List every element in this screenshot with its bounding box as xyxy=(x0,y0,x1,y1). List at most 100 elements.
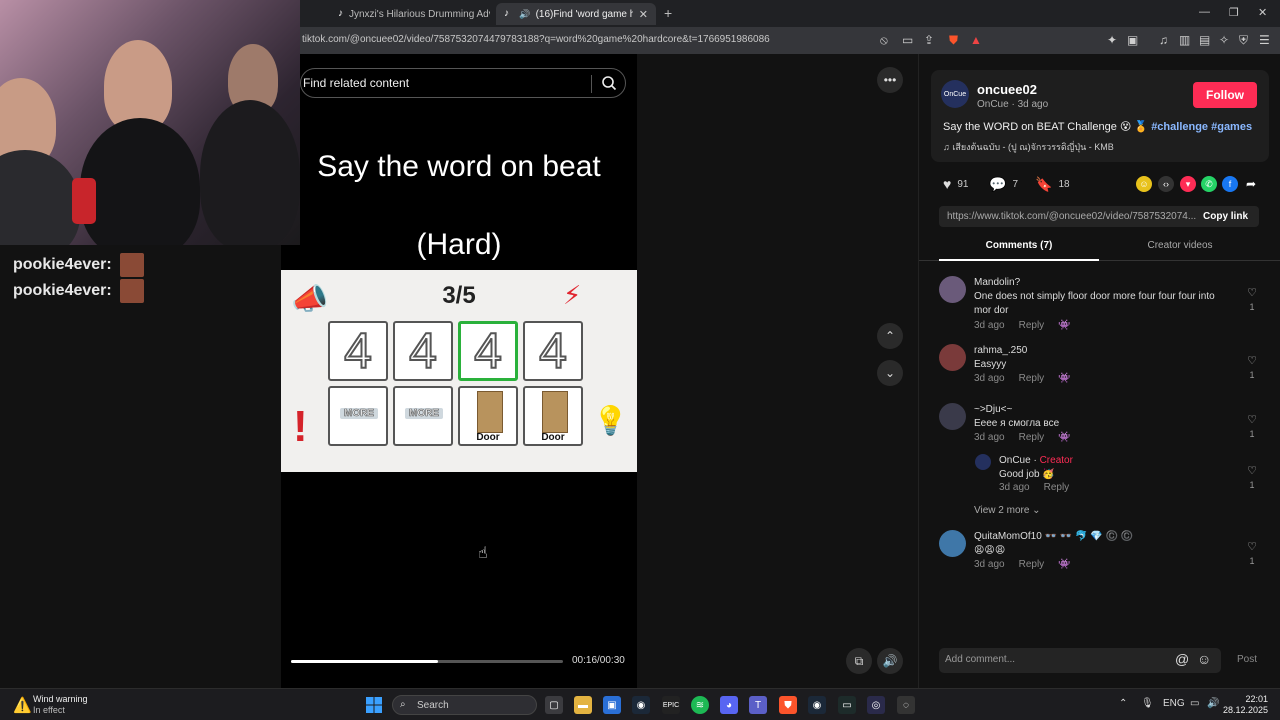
extensions-icon[interactable]: ✦ xyxy=(1107,33,1117,47)
file-explorer-icon[interactable]: ▬ xyxy=(574,696,592,714)
like-comment-icon[interactable]: ♡ xyxy=(1245,354,1259,367)
media-icon[interactable]: ♫ xyxy=(1159,33,1168,47)
follow-button[interactable]: Follow xyxy=(1193,82,1257,108)
app-icon[interactable]: ◌ xyxy=(897,696,915,714)
terminal-icon[interactable]: ▭ xyxy=(838,696,856,714)
like-comment-icon[interactable]: ♡ xyxy=(1245,286,1259,299)
add-comment-input[interactable]: Add comment... xyxy=(945,654,1015,665)
mention-icon[interactable]: @ xyxy=(1175,651,1189,667)
commenter-name[interactable]: QuitaMomOf10 👓 👓 🐬 💎 ©️ ©️ xyxy=(974,531,1133,542)
video-progress-bar[interactable] xyxy=(291,660,563,663)
comment-stat[interactable]: 💬 7 xyxy=(989,176,1018,193)
language-indicator[interactable]: ENG xyxy=(1163,698,1185,709)
tab-jynxzi[interactable]: ♪ Jynxzi's Hilarious Drumming Adventu xyxy=(330,3,490,25)
like-comment-icon[interactable]: ♡ xyxy=(1245,413,1259,426)
music-track[interactable]: ♫ เสียงต้นฉบับ - (ปู ณ)จักรวรรดิญี่ปุ่น … xyxy=(943,140,1114,154)
windows-start-icon[interactable] xyxy=(366,697,382,713)
minimize-icon[interactable]: — xyxy=(1199,6,1210,18)
discord-icon[interactable]: ◕ xyxy=(720,696,738,714)
obs-icon[interactable]: ◎ xyxy=(867,696,885,714)
author-name[interactable]: oncuee02 xyxy=(977,82,1037,97)
volume-icon[interactable]: 🔊 xyxy=(877,648,903,674)
post-button[interactable]: Post xyxy=(1237,654,1257,665)
reply-button[interactable]: Reply xyxy=(1044,482,1070,493)
tab-tiktok-search[interactable]: ♪ 🔊 (16)Find 'word game hardco ✕ xyxy=(496,3,656,25)
commenter-avatar[interactable] xyxy=(939,403,966,430)
clock-time[interactable]: 22:01 xyxy=(1228,694,1268,704)
next-video-button[interactable]: ⌄ xyxy=(877,360,903,386)
commenter-avatar[interactable] xyxy=(939,530,966,557)
reply-button[interactable]: Reply xyxy=(1019,320,1045,331)
related-search-box[interactable]: Find related content xyxy=(300,68,626,98)
steam-icon[interactable]: ◉ xyxy=(632,696,650,714)
share-friends-icon[interactable]: ☺ xyxy=(1136,176,1152,192)
commenter-name[interactable]: OnCue xyxy=(999,455,1031,466)
taskbar-search-input[interactable]: Search xyxy=(417,700,449,711)
reply-button[interactable]: Reply xyxy=(1019,559,1045,570)
close-tab-icon[interactable]: ✕ xyxy=(639,8,648,21)
clock-date[interactable]: 28.12.2025 xyxy=(1218,705,1268,715)
url-field[interactable]: tiktok.com/@oncuee02/video/7587532074479… xyxy=(302,34,770,45)
like-stat[interactable]: ♥ 91 xyxy=(943,176,968,192)
commenter-name[interactable]: rahma_.250 xyxy=(974,345,1027,356)
view-more-replies[interactable]: View 2 more ⌄ xyxy=(974,505,1041,516)
emoji-reaction-icon[interactable]: 👾 xyxy=(1058,320,1070,331)
brave-icon[interactable]: ⛊ xyxy=(779,696,797,714)
share-icon[interactable]: ⇪ xyxy=(924,33,934,47)
embed-icon[interactable]: ‹› xyxy=(1158,176,1174,192)
whatsapp-icon[interactable]: ✆ xyxy=(1201,176,1217,192)
weather-title[interactable]: Wind warning xyxy=(33,694,88,704)
search-input[interactable]: Find related content xyxy=(303,76,409,90)
like-comment-icon[interactable]: ♡ xyxy=(1245,540,1259,553)
creator-avatar[interactable] xyxy=(975,454,991,470)
brave-shield-icon[interactable]: ⛊ xyxy=(949,33,958,48)
reply-button[interactable]: Reply xyxy=(1019,432,1045,443)
brave-rewards-icon[interactable]: ▲ xyxy=(970,33,982,47)
network-icon[interactable]: ▭ xyxy=(1190,698,1199,709)
close-window-icon[interactable]: ✕ xyxy=(1258,6,1267,19)
warning-icon[interactable]: ⚠️ xyxy=(13,696,32,714)
cast-icon[interactable]: ▭ xyxy=(902,33,913,47)
add-comment-field[interactable]: Add comment... @ ☺ xyxy=(939,648,1221,673)
save-stat[interactable]: 🔖 18 xyxy=(1035,176,1070,193)
sidebar-icon[interactable]: ▥ xyxy=(1179,33,1190,47)
commenter-name[interactable]: Mandolin? xyxy=(974,277,1020,288)
commenter-name[interactable]: ~>Dju<~ xyxy=(974,404,1012,415)
no-tracking-icon[interactable]: ⦸ xyxy=(880,33,888,48)
new-tab-button[interactable]: + xyxy=(664,5,672,21)
facebook-icon[interactable]: f xyxy=(1222,176,1238,192)
like-comment-icon[interactable]: ♡ xyxy=(1245,464,1259,477)
emoji-reaction-icon[interactable]: 👾 xyxy=(1058,432,1070,443)
task-view-icon[interactable]: ▢ xyxy=(545,696,563,714)
screenshot-icon[interactable]: ▣ xyxy=(1127,33,1138,47)
tab-creator-videos[interactable]: Creator videos xyxy=(1105,240,1255,251)
microphone-icon[interactable]: 🎙 xyxy=(1141,698,1154,709)
epic-games-icon[interactable]: EPIC xyxy=(662,696,680,714)
menu-icon[interactable]: ☰ xyxy=(1259,33,1270,47)
author-avatar[interactable]: OnCue xyxy=(941,80,969,108)
previous-video-button[interactable]: ⌃ xyxy=(877,323,903,349)
restore-icon[interactable]: ❐ xyxy=(1229,6,1239,19)
reply-button[interactable]: Reply xyxy=(1019,373,1045,384)
leo-ai-icon[interactable]: ✧ xyxy=(1219,33,1229,47)
commenter-avatar[interactable] xyxy=(939,276,966,303)
vpn-icon[interactable]: ⛨ xyxy=(1239,33,1248,48)
copy-link-button[interactable]: Copy link xyxy=(1203,211,1248,222)
emoji-reaction-icon[interactable]: 👾 xyxy=(1058,559,1070,570)
wallet-icon[interactable]: ▤ xyxy=(1199,33,1210,47)
tray-chevron-icon[interactable]: ⌃ xyxy=(1119,698,1127,709)
more-options-icon[interactable]: ••• xyxy=(877,67,903,93)
search-icon[interactable] xyxy=(601,75,617,96)
pip-icon[interactable]: ⧉ xyxy=(846,648,872,674)
spotify-icon[interactable]: ≋ xyxy=(691,696,709,714)
taskbar-search[interactable]: ⌕ Search xyxy=(392,695,537,715)
emoji-reaction-icon[interactable]: 👾 xyxy=(1058,373,1070,384)
emoji-icon[interactable]: ☺ xyxy=(1197,651,1211,667)
hashtags[interactable]: #challenge #games xyxy=(1151,121,1252,133)
send-icon[interactable]: ▾ xyxy=(1180,176,1196,192)
commenter-avatar[interactable] xyxy=(939,344,966,371)
steam-icon-2[interactable]: ◉ xyxy=(808,696,826,714)
tab-comments[interactable]: Comments (7) xyxy=(939,240,1099,261)
teams-icon[interactable]: T xyxy=(749,696,767,714)
video-player[interactable]: Say the word on beat (Hard) 📣 3/5 ⚡ 4 4 … xyxy=(281,54,637,688)
